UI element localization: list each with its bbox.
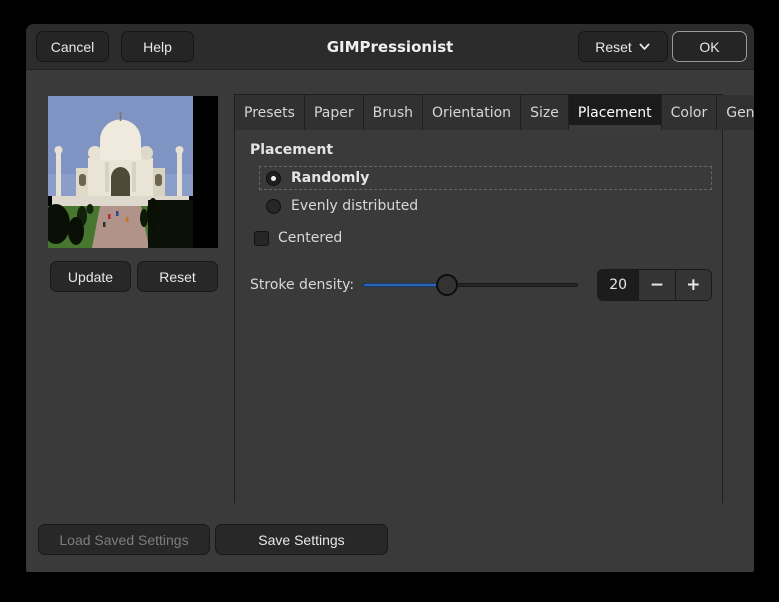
tab-general[interactable]: General [717, 95, 754, 130]
radio-evenly-distributed[interactable] [266, 198, 281, 214]
tab-orientation[interactable]: Orientation [423, 95, 522, 130]
slider-fill [363, 283, 447, 287]
slider-handle[interactable] [435, 274, 458, 296]
ok-button[interactable]: OK [672, 31, 747, 62]
tab-size[interactable]: Size [521, 95, 569, 130]
preview-image [42, 96, 218, 248]
stroke-density-row: Stroke density: 20 − + [235, 269, 722, 301]
update-preview-button[interactable]: Update [50, 261, 131, 292]
tab-color[interactable]: Color [661, 95, 718, 130]
taj-mahal-illustration [42, 96, 193, 248]
chevron-down-icon [638, 40, 651, 53]
load-saved-settings-label: Load Saved Settings [59, 531, 189, 548]
centered-row[interactable]: Centered [254, 228, 342, 248]
screen: Cancel Help GIMPressionist Reset OK Upda… [0, 0, 779, 602]
stroke-density-label: Stroke density: [250, 277, 355, 293]
centered-checkbox[interactable] [254, 230, 269, 246]
tab-placement[interactable]: Placement [568, 95, 662, 130]
reset-menu-button[interactable]: Reset [578, 31, 668, 62]
decrement-button[interactable]: − [638, 270, 675, 300]
reset-preview-button[interactable]: Reset [137, 261, 218, 292]
stroke-density-spinbox: 20 − + [597, 269, 712, 301]
gimpressionist-dialog: Cancel Help GIMPressionist Reset OK Upda… [26, 24, 754, 572]
tab-strip: Presets Paper Brush Orientation Size Pla… [235, 95, 754, 130]
centered-label: Centered [278, 230, 343, 246]
load-saved-settings-button[interactable]: Load Saved Settings [38, 524, 210, 555]
help-button[interactable]: Help [121, 31, 194, 62]
radio-row-randomly[interactable]: Randomly [259, 166, 712, 190]
cancel-button[interactable]: Cancel [36, 31, 109, 62]
stroke-density-slider[interactable] [363, 269, 578, 301]
radio-randomly[interactable] [266, 170, 281, 186]
stroke-density-value[interactable]: 20 [598, 270, 639, 300]
tab-presets[interactable]: Presets [235, 95, 305, 130]
reset-menu-label: Reset [595, 38, 632, 55]
increment-button[interactable]: + [674, 270, 711, 300]
tab-brush[interactable]: Brush [363, 95, 424, 130]
placement-heading: Placement [250, 142, 334, 158]
titlebar[interactable]: Cancel Help GIMPressionist Reset OK [26, 24, 754, 70]
save-settings-button[interactable]: Save Settings [215, 524, 388, 555]
radio-evenly-label: Evenly distributed [291, 198, 419, 214]
tab-paper[interactable]: Paper [304, 95, 364, 130]
placement-panel: Placement Randomly Evenly distributed Ce… [235, 130, 722, 503]
radio-row-evenly[interactable]: Evenly distributed [259, 194, 712, 218]
radio-randomly-label: Randomly [291, 170, 370, 186]
dialog-body: Update Reset Presets Paper Brush Orienta… [26, 70, 754, 572]
settings-notebook: Presets Paper Brush Orientation Size Pla… [234, 94, 754, 503]
